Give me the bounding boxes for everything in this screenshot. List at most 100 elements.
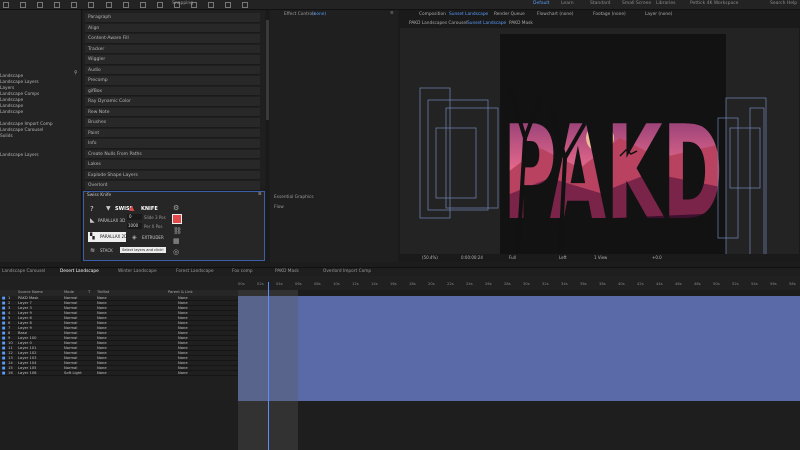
timeline-tab[interactable]: Landscape Carousel (2, 269, 45, 274)
effect-controls-tab[interactable]: Effect Controls (284, 12, 316, 17)
view-layout-select[interactable]: 1 View (594, 255, 607, 260)
layer-name[interactable]: Layer 6 (18, 316, 32, 321)
depth-field[interactable]: 0 (127, 214, 142, 220)
puppet-tool-icon[interactable] (242, 2, 249, 8)
project-item[interactable]: Landscape (0, 74, 23, 79)
link-icon[interactable]: ⛓ (173, 227, 182, 235)
layer-mode[interactable]: Normal (64, 336, 77, 341)
timeline-tab[interactable]: PAKD Mask (275, 269, 299, 274)
layer-trkmat[interactable]: None (97, 301, 107, 306)
project-item[interactable]: Landscape (0, 110, 23, 115)
table-row[interactable]: ■ 10 Layer 0 Normal None None (0, 341, 238, 346)
pen-tool-icon[interactable] (139, 2, 146, 8)
timecode[interactable]: 0:00:00:24 (461, 255, 483, 260)
panel-item[interactable]: Paragraph (85, 13, 260, 23)
layer-mode[interactable]: Normal (64, 311, 77, 316)
layer-mode[interactable]: Normal (64, 331, 77, 336)
parent-header[interactable]: Parent & Link (168, 290, 193, 294)
panel-item[interactable]: Overlord (85, 181, 260, 191)
table-row[interactable]: ■ 11 Layer 101 Normal None None (0, 346, 238, 351)
layer-parent[interactable]: None (178, 336, 188, 341)
layer-parent[interactable]: None (178, 316, 188, 321)
breadcrumb-item[interactable]: PAKD Landscapes Carousel (409, 21, 467, 26)
layer-parent[interactable]: None (178, 346, 188, 351)
panel-item[interactable]: Ray Dynamic Color (85, 97, 260, 107)
layer-name[interactable]: Layer 103 (18, 356, 37, 361)
layer-parent[interactable]: None (178, 306, 188, 311)
exposure-value[interactable]: +0.0 (652, 255, 662, 260)
layer-parent[interactable]: None (178, 361, 188, 366)
project-item[interactable]: Landscape (0, 98, 23, 103)
layer-trkmat[interactable]: None (97, 311, 107, 316)
roto-tool-icon[interactable] (225, 2, 232, 8)
layer-trkmat[interactable]: None (97, 356, 107, 361)
panel-item[interactable]: Info (85, 139, 260, 149)
layer-tab[interactable]: Layer (none) (645, 12, 672, 17)
layer-trkmat[interactable]: None (97, 341, 107, 346)
project-item[interactable]: Landscape (0, 104, 23, 109)
workspace-standard[interactable]: Standard (590, 1, 610, 6)
table-row[interactable]: ■ 6 Layer 8 Normal None None (0, 321, 238, 326)
layer-trkmat[interactable]: None (97, 316, 107, 321)
extruder-button[interactable]: EXTRUDER (142, 235, 164, 240)
workspace-custom[interactable]: Pettick 4K Workspace (690, 1, 738, 6)
layer-trkmat[interactable]: None (97, 306, 107, 311)
magnification-select[interactable]: (50.4%) (422, 255, 438, 260)
layer-trkmat[interactable]: None (97, 321, 107, 326)
table-row[interactable]: ■ 15 Layer 105 Normal None None (0, 366, 238, 371)
stack-button[interactable]: STACK (100, 248, 113, 253)
layer-name[interactable]: Layer 9 (18, 326, 32, 331)
project-item[interactable]: Solids (0, 134, 13, 139)
timeline-tab[interactable]: Winter Landscape (118, 269, 157, 274)
layer-parent[interactable]: None (178, 331, 188, 336)
layer-name[interactable]: Layer 3 (18, 306, 32, 311)
workspace-small-screen[interactable]: Small Screen (622, 1, 651, 6)
panel-item[interactable]: Precomp (85, 76, 260, 86)
layer-parent[interactable]: None (178, 341, 188, 346)
layer-parent[interactable]: None (178, 351, 188, 356)
snapping-toggle[interactable]: Snapping (172, 1, 193, 6)
help-icon[interactable]: ? (90, 205, 94, 213)
panel-item[interactable]: Align (85, 23, 260, 33)
layer-parent[interactable]: None (178, 321, 188, 326)
layer-name[interactable]: Layer 105 (18, 366, 37, 371)
eraser-tool-icon[interactable] (208, 2, 215, 8)
hand-tool-icon[interactable] (37, 2, 44, 8)
layer-trkmat[interactable]: None (97, 336, 107, 341)
layer-trkmat[interactable]: None (97, 366, 107, 371)
layer-parent[interactable]: None (178, 311, 188, 316)
layer-mode[interactable]: Normal (64, 321, 77, 326)
layer-name[interactable]: PAKD Mask (18, 296, 38, 301)
essential-graphics-tab[interactable]: Essential Graphics (274, 195, 314, 200)
home-icon[interactable] (3, 2, 9, 8)
layer-name[interactable]: Layer 104 (18, 361, 37, 366)
layer-name[interactable]: Layer 8 (18, 321, 32, 326)
workspace-learn[interactable]: Learn (561, 1, 574, 6)
layer-trkmat[interactable]: None (97, 361, 107, 366)
t-header[interactable]: T (88, 290, 90, 294)
layer-name[interactable]: Layer 106 (18, 371, 37, 376)
layer-parent[interactable]: None (178, 356, 188, 361)
trkmat-header[interactable]: TrkMat (97, 290, 109, 294)
table-row[interactable]: ■ 14 Layer 104 Normal None None (0, 361, 238, 366)
layer-mode[interactable]: Normal (64, 296, 77, 301)
table-row[interactable]: ■ 7 Layer 9 Normal None None (0, 326, 238, 331)
table-row[interactable]: ■ 13 Layer 103 Normal None None (0, 356, 238, 361)
panel-menu-icon[interactable]: ≡ (390, 11, 394, 16)
current-time-indicator[interactable] (268, 282, 269, 450)
project-item[interactable]: Layers (0, 86, 14, 91)
panel-item[interactable]: Audio (85, 65, 260, 75)
source-name-header[interactable]: Source Name (18, 290, 43, 294)
table-row[interactable]: ■ 9 Layer 100 Normal None None (0, 336, 238, 341)
camera-select[interactable]: Left (559, 255, 567, 260)
table-row[interactable]: ■ 16 Layer 106 Soft Light None None (0, 371, 238, 376)
layer-trkmat[interactable]: None (97, 371, 107, 376)
layer-name[interactable]: Base (18, 331, 27, 336)
workspace-default[interactable]: Default (533, 1, 549, 6)
layer-parent[interactable]: None (178, 371, 188, 376)
layer-parent[interactable]: None (178, 326, 188, 331)
breadcrumb-item[interactable]: PAKD Mask (509, 21, 533, 26)
zoom-tool-icon[interactable] (54, 2, 61, 8)
rotate-tool-icon[interactable] (71, 2, 78, 8)
layer-mode[interactable]: Normal (64, 351, 77, 356)
